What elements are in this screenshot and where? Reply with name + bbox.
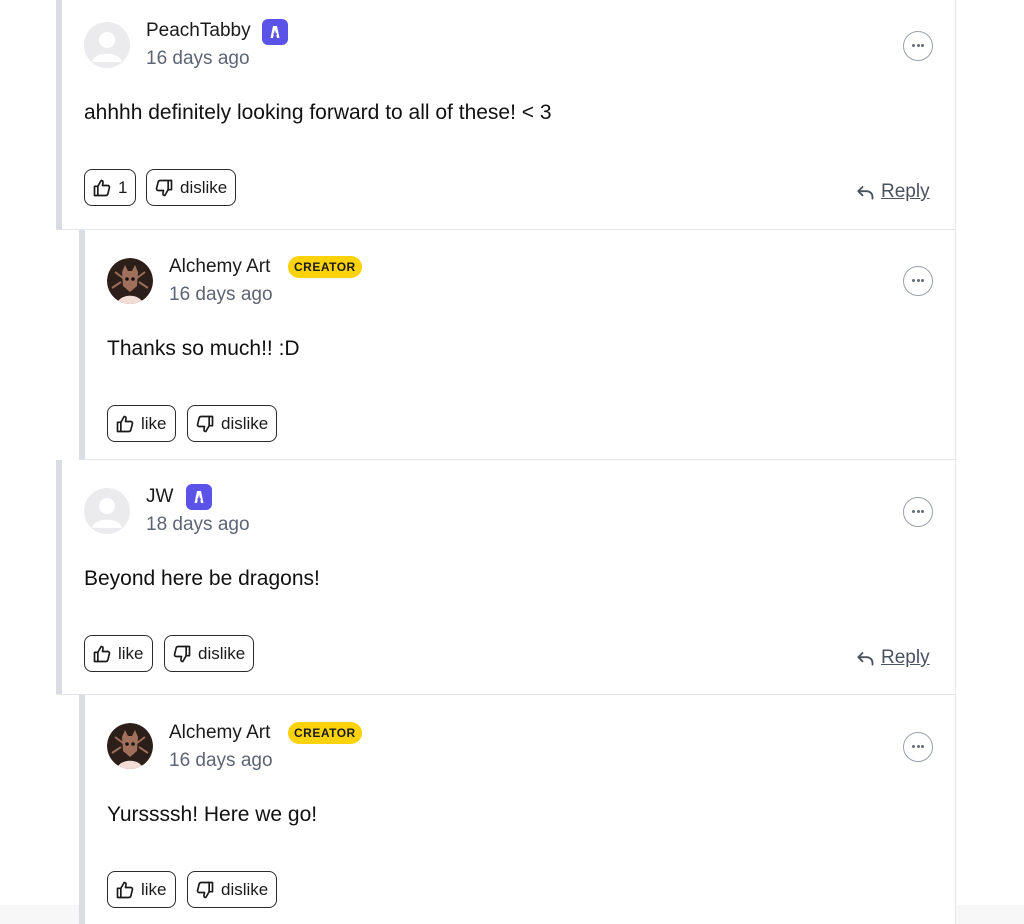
reply-label: Reply xyxy=(881,181,930,202)
author-name[interactable]: Alchemy Art xyxy=(169,256,270,278)
dislike-label: dislike xyxy=(221,413,269,433)
dislike-button[interactable]: dislike xyxy=(164,635,255,672)
page-bottom-strip xyxy=(0,905,79,924)
dislike-label: dislike xyxy=(198,643,246,663)
like-button[interactable]: 1 xyxy=(84,169,137,206)
thumbs-down-icon xyxy=(196,415,214,432)
reply-arrow-icon xyxy=(857,186,874,200)
comment-timestamp: 16 days ago xyxy=(169,750,273,771)
avatar[interactable] xyxy=(84,488,130,534)
comment-timestamp: 16 days ago xyxy=(146,48,250,69)
reply-button[interactable]: Reply xyxy=(855,181,930,203)
dislike-label: dislike xyxy=(180,177,228,197)
like-label: like xyxy=(141,413,167,433)
comment-timestamp: 16 days ago xyxy=(169,284,273,305)
more-options-icon[interactable] xyxy=(903,266,933,296)
comment-timestamp: 18 days ago xyxy=(146,514,250,535)
thumbs-up-icon xyxy=(116,415,134,432)
thumbs-down-icon xyxy=(155,179,173,196)
dislike-button[interactable]: dislike xyxy=(187,871,278,908)
content-edge-divider xyxy=(955,0,956,924)
dislike-label: dislike xyxy=(221,879,269,899)
dislike-button[interactable]: dislike xyxy=(146,169,237,206)
thumbs-down-icon xyxy=(196,881,214,898)
thread-bar xyxy=(56,0,62,229)
thumbs-up-icon xyxy=(93,179,111,196)
avatar[interactable] xyxy=(107,723,153,769)
thumbs-down-icon xyxy=(173,645,191,662)
thread-bar xyxy=(79,230,85,459)
comment-alchemy-art-reply: Alchemy Art CREATOR 16 days ago Thanks s… xyxy=(79,230,955,460)
dislike-button[interactable]: dislike xyxy=(187,405,278,442)
comments-page: PeachTabby 16 days ago ahhhh definitely … xyxy=(0,0,1024,924)
author-name[interactable]: PeachTabby xyxy=(146,20,251,42)
thread-bar xyxy=(79,695,85,924)
comment-body: Yurssssh! Here we go! xyxy=(107,803,318,826)
thumbs-up-icon xyxy=(116,881,134,898)
like-label: like xyxy=(141,879,167,899)
like-button[interactable]: like xyxy=(107,871,176,908)
like-count: 1 xyxy=(118,177,128,197)
patron-badge-icon xyxy=(186,484,212,510)
patron-badge-icon xyxy=(262,19,288,45)
avatar[interactable] xyxy=(84,22,130,68)
creator-badge: CREATOR xyxy=(288,256,362,278)
avatar[interactable] xyxy=(107,258,153,304)
reply-arrow-icon xyxy=(857,652,874,666)
like-button[interactable]: like xyxy=(107,405,176,442)
creator-badge: CREATOR xyxy=(288,722,362,744)
more-options-icon[interactable] xyxy=(903,31,933,61)
like-button[interactable]: like xyxy=(84,635,153,672)
thread-bar xyxy=(56,460,62,694)
more-options-icon[interactable] xyxy=(903,732,933,762)
comment-body: Thanks so much!! :D xyxy=(107,337,300,360)
comment-jw: JW 18 days ago Beyond here be dragons! l… xyxy=(56,460,955,695)
comment-body: Beyond here be dragons! xyxy=(84,567,320,590)
author-name[interactable]: JW xyxy=(146,486,173,508)
reply-label: Reply xyxy=(881,647,930,668)
reply-button[interactable]: Reply xyxy=(855,647,930,669)
comment-peachtabby: PeachTabby 16 days ago ahhhh definitely … xyxy=(56,0,955,230)
author-name[interactable]: Alchemy Art xyxy=(169,722,270,744)
thumbs-up-icon xyxy=(93,645,111,662)
like-label: like xyxy=(118,643,144,663)
comment-alchemy-art-reply-2: Alchemy Art CREATOR 16 days ago Yurssssh… xyxy=(79,695,955,924)
page-bottom-strip-right xyxy=(956,905,1024,924)
comment-body: ahhhh definitely looking forward to all … xyxy=(84,101,552,124)
more-options-icon[interactable] xyxy=(903,497,933,527)
